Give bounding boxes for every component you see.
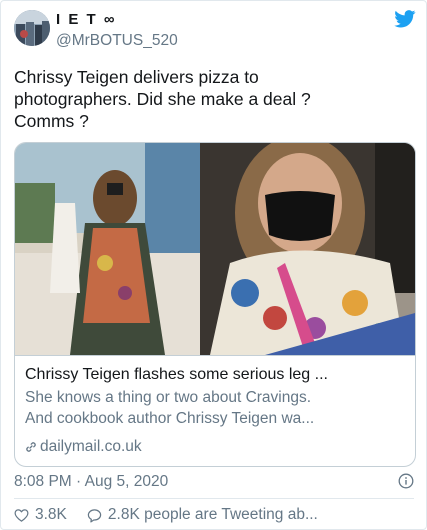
heart-icon xyxy=(14,508,29,522)
card-description: She knows a thing or two about Cravings.… xyxy=(25,389,315,427)
card-domain-row[interactable]: dailymail.co.uk xyxy=(25,437,142,457)
tweet-text: Chrissy Teigen delivers pizza to photogr… xyxy=(14,67,311,131)
link-preview-card[interactable]: Chrissy Teigen flashes some serious leg … xyxy=(14,142,416,467)
tweet-actions: 3.8K 2.8K people are Tweeting ab... xyxy=(14,504,318,526)
avatar-image xyxy=(14,10,50,46)
username[interactable]: @MrBOTUS_520 xyxy=(56,32,178,50)
display-name[interactable]: I E T ∞ xyxy=(56,11,117,28)
twitter-bird-icon[interactable] xyxy=(394,10,416,28)
card-divider xyxy=(15,355,415,356)
avatar[interactable] xyxy=(14,10,50,46)
tweet-card[interactable]: I E T ∞ @MrBOTUS_520 Chrissy Teigen deli… xyxy=(0,0,427,530)
conversation-text: 2.8K people are Tweeting ab... xyxy=(107,506,318,523)
like-button[interactable]: 3.8K xyxy=(14,506,67,524)
card-title[interactable]: Chrissy Teigen flashes some serious leg … xyxy=(25,365,409,385)
card-domain: dailymail.co.uk xyxy=(40,438,142,455)
info-icon[interactable] xyxy=(398,473,414,489)
link-icon xyxy=(26,442,36,452)
actions-divider xyxy=(14,498,414,499)
conversation-button[interactable]: 2.8K people are Tweeting ab... xyxy=(87,506,318,524)
tweet-timestamp[interactable]: 8:08 PM · Aug 5, 2020 xyxy=(14,473,168,491)
speech-bubble-icon xyxy=(87,508,102,522)
article-photo xyxy=(15,143,415,355)
like-count: 3.8K xyxy=(35,506,67,523)
